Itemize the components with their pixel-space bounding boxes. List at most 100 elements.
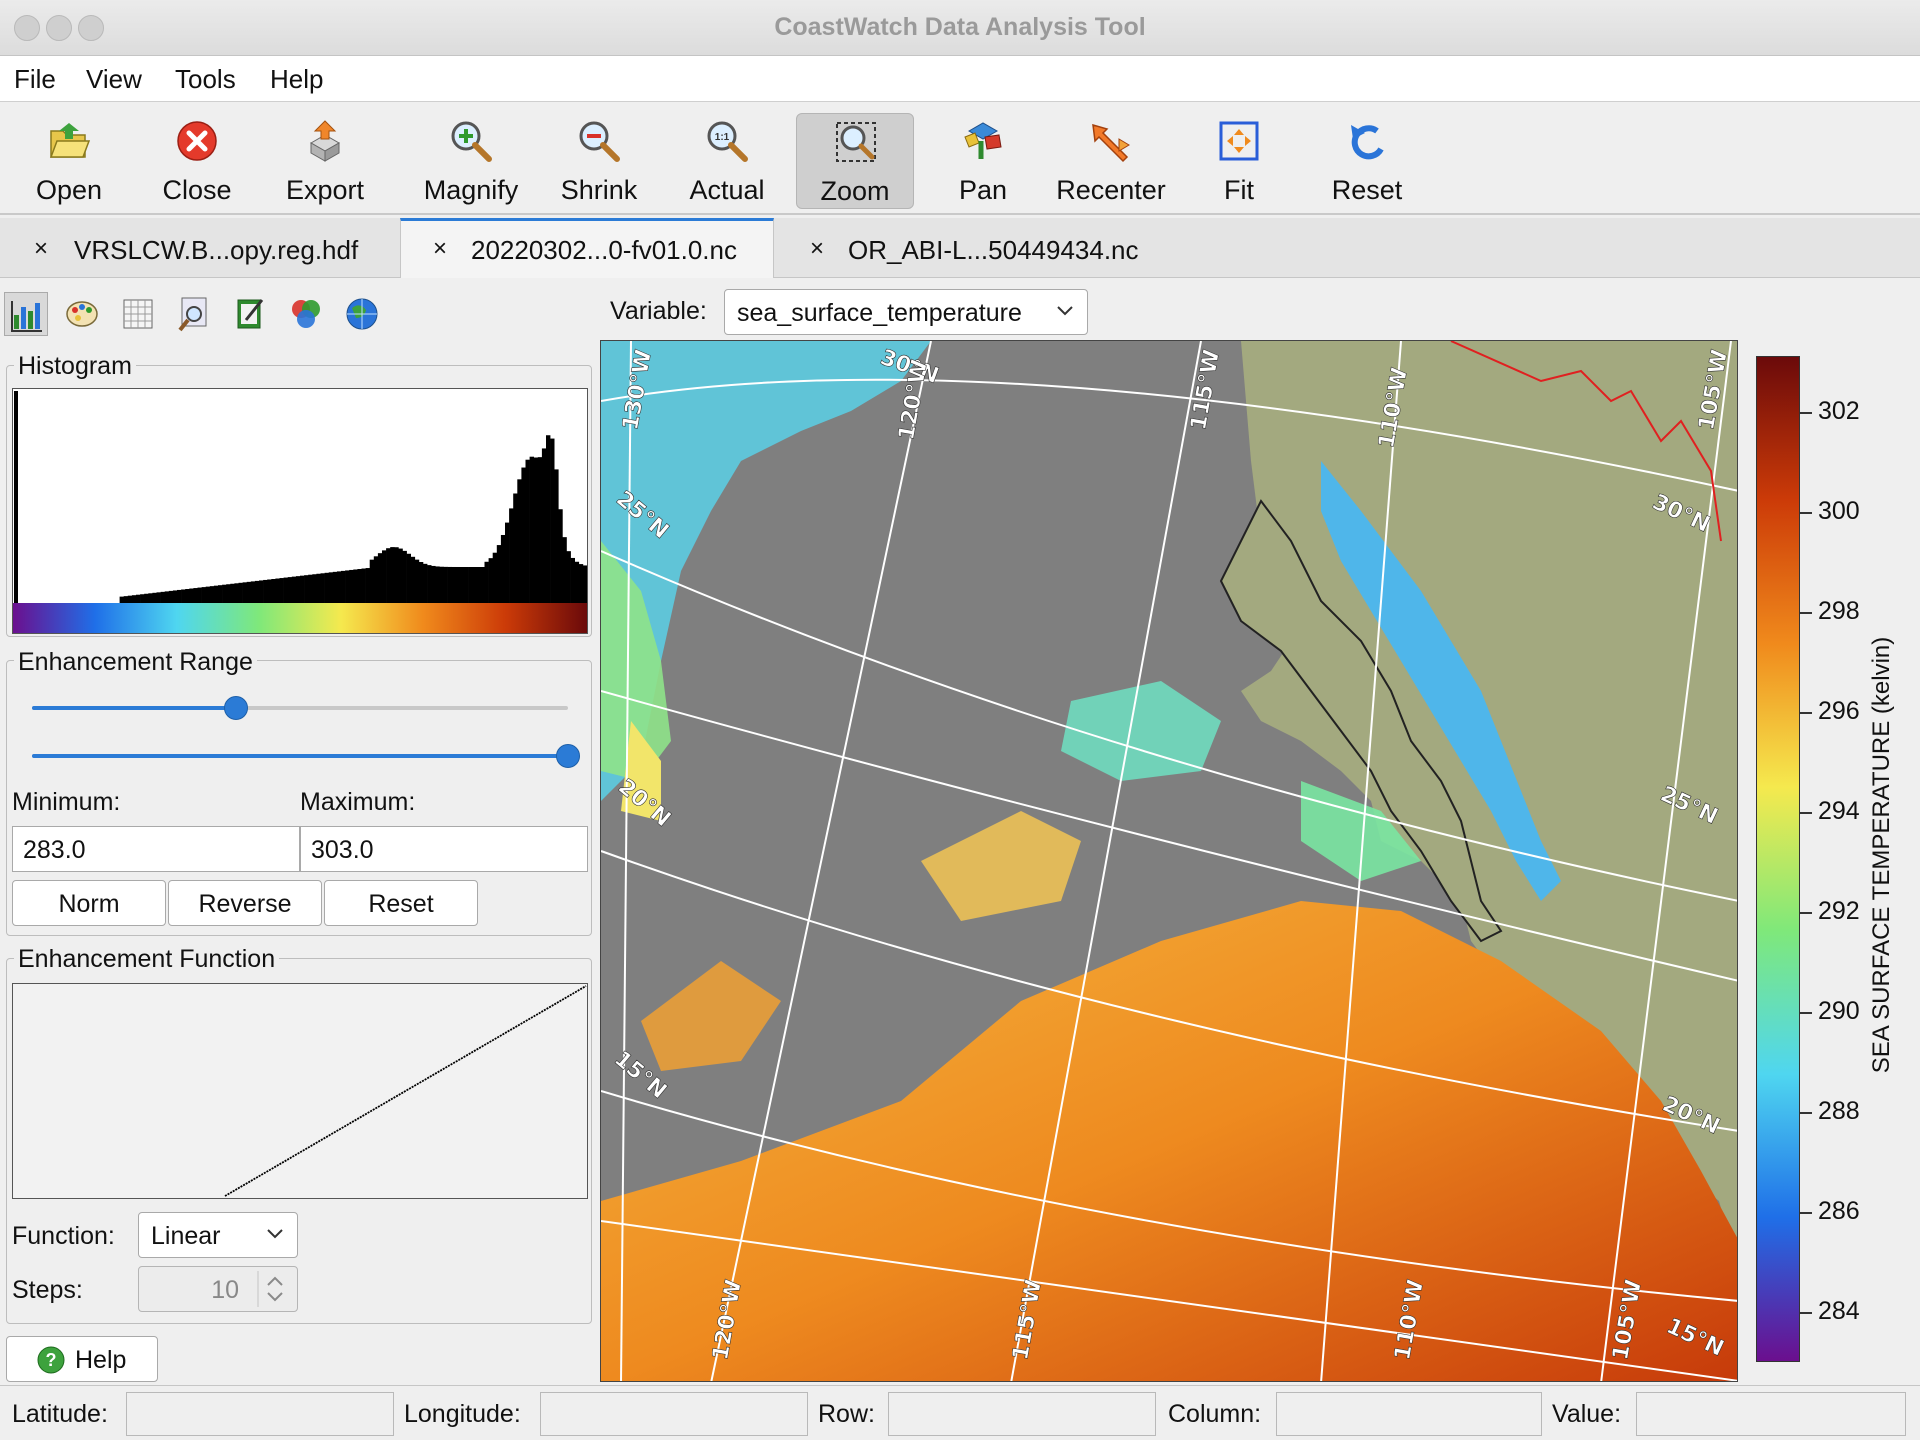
histogram-bar [505, 522, 510, 603]
histogram-bar [377, 553, 383, 603]
palette-tab[interactable] [60, 292, 104, 336]
pan-icon [964, 122, 1002, 159]
steps-value: 10 [211, 1276, 239, 1304]
histogram-bar [189, 588, 194, 603]
menu-tools[interactable]: Tools [175, 64, 236, 95]
histogram-bar [119, 596, 124, 603]
shrink-icon [579, 121, 620, 162]
histogram-bar [263, 579, 268, 603]
grid-tab[interactable] [116, 292, 160, 336]
histogram-bar [541, 448, 547, 603]
histogram-bar [500, 534, 506, 603]
bar-chart-icon [11, 301, 42, 332]
colorbar-tick-label: 288 [1818, 1097, 1860, 1125]
zoom-button[interactable]: Zoom [796, 113, 914, 209]
shrink-button[interactable]: Shrink [540, 113, 658, 209]
maximum-field[interactable]: 303.0 [300, 826, 588, 872]
composite-tab[interactable] [284, 292, 328, 336]
pan-button[interactable]: Pan [924, 113, 1042, 209]
histogram-bar [554, 469, 559, 603]
annotation-tab[interactable] [228, 292, 272, 336]
tab-label: 20220302...0-fv01.0.nc [471, 235, 737, 265]
chevron-down-icon [267, 1229, 283, 1239]
colorbar-tick-label: 298 [1818, 597, 1860, 625]
min-slider-knob[interactable] [223, 696, 248, 720]
tab-close-icon[interactable]: × [433, 235, 447, 263]
reverse-button[interactable]: Reverse [168, 880, 322, 926]
colorbar-tick-label: 292 [1818, 897, 1860, 925]
navigation-tab[interactable] [340, 292, 384, 336]
histogram-bar [259, 580, 264, 603]
histogram-bar [332, 571, 338, 603]
norm-button[interactable]: Norm [12, 880, 166, 926]
fit-button[interactable]: Fit [1180, 113, 1298, 209]
colorbar-tick-label: 284 [1818, 1297, 1860, 1325]
tab-or-abi[interactable]: × OR_ABI-L...50449434.nc [776, 218, 1176, 278]
function-select[interactable]: Linear [138, 1212, 298, 1258]
menu-help[interactable]: Help [270, 64, 323, 95]
histogram-bar [295, 576, 301, 603]
histogram-bar [349, 569, 354, 603]
histogram-bar [291, 576, 297, 603]
histogram-bar [562, 537, 567, 603]
histogram-bar [160, 591, 165, 603]
map-view[interactable]: 30°N 25°N 20°N 15°N 30°N 25°N 20°N 15°N … [600, 340, 1738, 1382]
tab-close-icon[interactable]: × [810, 235, 824, 263]
export-button[interactable]: Export [266, 113, 384, 209]
tab-vrslcw[interactable]: × VRSLCW.B...opy.reg.hdf [0, 218, 400, 278]
histogram-bar [222, 584, 227, 603]
histogram-color-strip [13, 603, 587, 633]
histogram-bar [414, 559, 420, 603]
histogram-bar [345, 570, 350, 603]
tab-close-icon[interactable]: × [34, 235, 48, 263]
histogram-bar [271, 579, 276, 603]
histogram-tab[interactable] [4, 292, 48, 336]
minimum-label: Minimum: [12, 788, 121, 816]
shrink-label: Shrink [560, 175, 638, 205]
help-button[interactable]: ? Help [6, 1336, 158, 1382]
histogram-bar [488, 558, 493, 603]
histogram-bar [566, 551, 571, 603]
function-value: Linear [151, 1222, 221, 1250]
help-icon: ? [37, 1346, 65, 1374]
close-button[interactable]: Close [138, 113, 256, 209]
actual-button[interactable]: 1:1 Actual [668, 113, 786, 209]
colorbar-tick-label: 294 [1818, 797, 1860, 825]
reset-button[interactable]: Reset [1308, 113, 1426, 209]
minimum-field[interactable]: 283.0 [12, 826, 300, 872]
histogram-bar [14, 391, 18, 603]
recenter-button[interactable]: Recenter [1052, 113, 1170, 209]
histogram-bar [480, 567, 485, 603]
palette-icon [66, 301, 98, 327]
magnify-icon [451, 121, 492, 162]
steps-spinner[interactable]: 10 [138, 1266, 298, 1312]
stepper-arrows-icon[interactable] [257, 1271, 293, 1307]
globe-icon [346, 298, 378, 330]
histogram-bar [459, 567, 465, 603]
histogram-bar [267, 579, 272, 603]
variable-select[interactable]: sea_surface_temperature [724, 289, 1088, 335]
tab-sst-nc[interactable]: × 20220302...0-fv01.0.nc [400, 218, 774, 278]
zoom-label: Zoom [820, 176, 890, 206]
menu-file[interactable]: File [14, 64, 56, 95]
histogram-bar [185, 589, 190, 603]
histogram-bar [316, 573, 321, 603]
row-field [888, 1392, 1156, 1436]
histogram-bar [427, 565, 432, 603]
title-bar: CoastWatch Data Analysis Tool [0, 0, 1920, 56]
magnify-button[interactable]: Magnify [412, 113, 530, 209]
menu-bar: File View Tools Help [0, 56, 1920, 102]
function-label: Function: [12, 1222, 115, 1250]
colorbar-tick-label: 300 [1818, 497, 1860, 525]
histogram-bar [468, 567, 473, 603]
open-button[interactable]: Open [10, 113, 128, 209]
sst-map[interactable]: 30°N 25°N 20°N 15°N 30°N 25°N 20°N 15°N … [601, 341, 1738, 1382]
range-reset-button[interactable]: Reset [324, 880, 478, 926]
max-slider-knob[interactable] [556, 744, 580, 768]
pan-label: Pan [958, 175, 1008, 205]
histogram-bar [447, 566, 452, 603]
overlay-tab[interactable] [172, 292, 216, 336]
menu-view[interactable]: View [86, 64, 142, 95]
histogram-bar [234, 583, 239, 603]
warm-patch-2 [641, 961, 781, 1071]
